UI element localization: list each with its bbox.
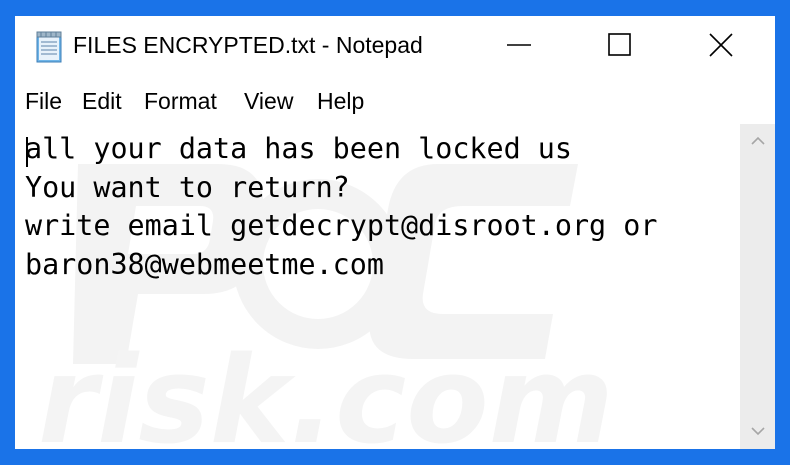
window-title: FILES ENCRYPTED.txt - Notepad <box>73 32 423 58</box>
menu-format[interactable]: Format <box>144 88 217 115</box>
scroll-up-button[interactable] <box>740 124 775 159</box>
notepad-window: FILES ENCRYPTED.txt - Notepad File Edit … <box>15 16 775 449</box>
title-bar[interactable]: FILES ENCRYPTED.txt - Notepad <box>15 16 775 78</box>
document-line: all your data has been locked us <box>25 132 572 165</box>
menu-view[interactable]: View <box>244 88 293 115</box>
close-icon <box>708 32 734 63</box>
maximize-button[interactable] <box>589 16 651 78</box>
close-button[interactable] <box>690 16 752 78</box>
chevron-up-icon <box>750 133 765 151</box>
text-cursor <box>26 137 28 167</box>
notepad-icon <box>32 30 66 64</box>
menu-help[interactable]: Help <box>317 88 364 115</box>
document-line: You want to return? <box>25 170 350 204</box>
document-text[interactable]: all your data has been locked us You want… <box>25 130 657 284</box>
menu-edit[interactable]: Edit <box>82 88 122 115</box>
watermark-site-text: risk.com <box>38 332 614 449</box>
minimize-button[interactable] <box>488 16 550 78</box>
vertical-scrollbar[interactable] <box>740 124 775 449</box>
menu-bar: File Edit Format View Help <box>15 88 775 120</box>
document-line: write email getdecrypt@disroot.org or <box>25 209 658 242</box>
document-line: baron38@webmeetme.com <box>25 247 384 281</box>
chevron-down-icon <box>750 423 765 441</box>
scroll-down-button[interactable] <box>740 414 775 449</box>
menu-file[interactable]: File <box>25 88 62 115</box>
maximize-icon <box>607 32 633 63</box>
text-editor[interactable]: risk.com all your data has been locked u… <box>18 124 740 449</box>
minimize-icon <box>506 32 532 63</box>
